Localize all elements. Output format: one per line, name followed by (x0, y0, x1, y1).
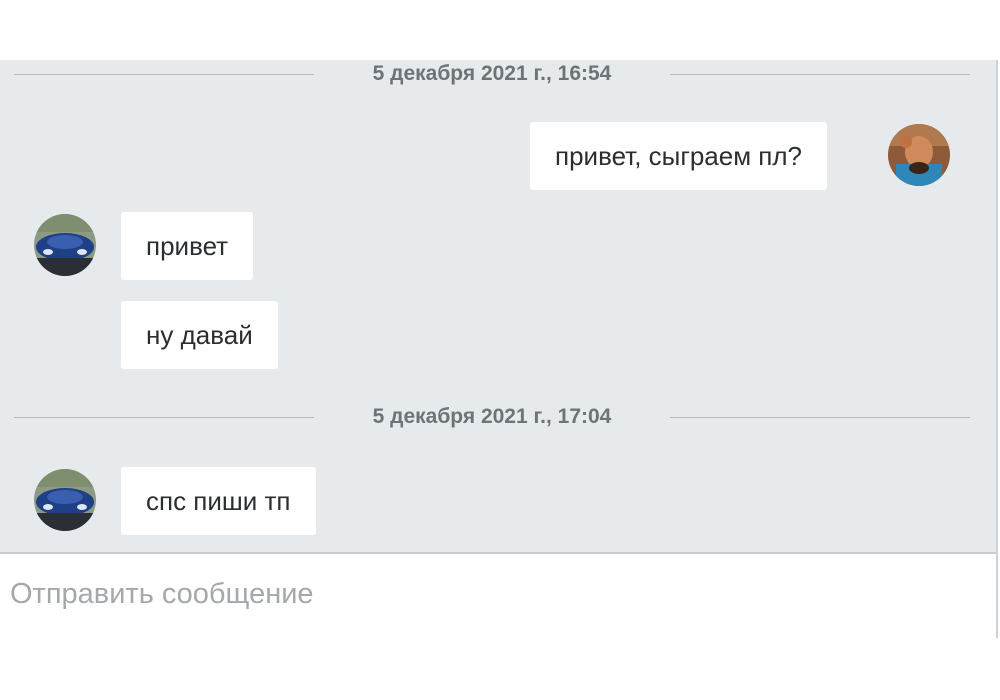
divider-line (670, 74, 970, 75)
message-composer (0, 552, 996, 638)
divider-line (14, 74, 314, 75)
outgoing-message-bubble[interactable]: привет, сыграем пл? (530, 122, 828, 190)
incoming-message-bubble[interactable]: привет (121, 212, 254, 280)
chat-panel: 5 декабря 2021 г., 16:54 привет, сыграем… (0, 60, 998, 638)
incoming-message-bubble[interactable]: спс пиши тп (121, 467, 316, 535)
date-label: 5 декабря 2021 г., 17:04 (372, 405, 612, 428)
chat-history[interactable]: 5 декабря 2021 г., 16:54 привет, сыграем… (0, 60, 996, 554)
own-avatar[interactable] (888, 124, 950, 186)
message-input[interactable] (0, 552, 980, 636)
date-divider: 5 декабря 2021 г., 17:04 (14, 403, 970, 433)
date-divider: 5 декабря 2021 г., 16:54 (14, 60, 970, 90)
contact-avatar[interactable] (34, 214, 96, 276)
divider-line (14, 417, 314, 418)
car-photo-icon (34, 214, 96, 276)
date-label: 5 декабря 2021 г., 16:54 (372, 62, 612, 85)
contact-avatar[interactable] (34, 469, 96, 531)
messenger-window: 5 декабря 2021 г., 16:54 привет, сыграем… (0, 0, 1000, 700)
car-photo-icon (34, 469, 96, 531)
divider-line (670, 417, 970, 418)
user-photo-icon (888, 124, 950, 186)
incoming-message-bubble[interactable]: ну давай (121, 301, 278, 369)
